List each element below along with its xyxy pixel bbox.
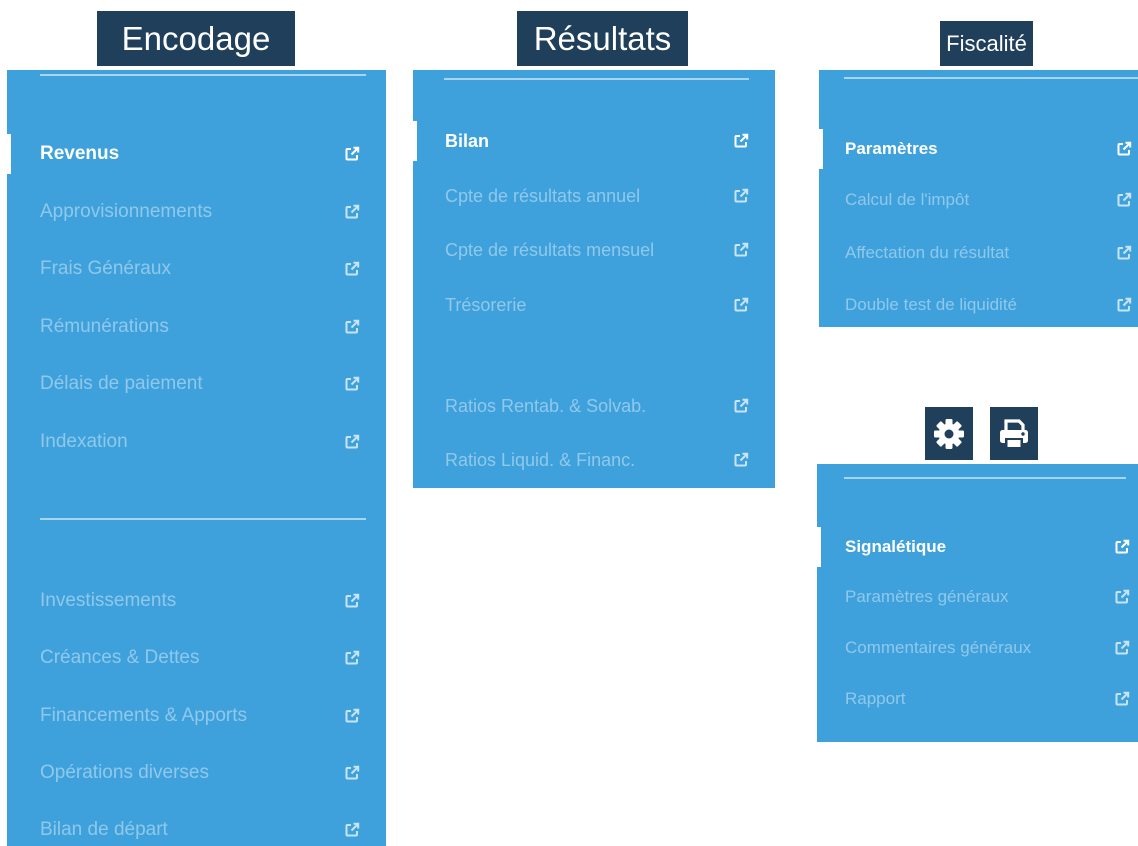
menu-item-signaletique[interactable]: Signalétique [817, 527, 1138, 567]
menu-item-revenus[interactable]: Revenus [7, 134, 386, 174]
menu-item-calcul-impot[interactable]: Calcul de l'impôt [819, 180, 1138, 220]
menu-item-label: Bilan de départ [40, 819, 168, 840]
menu-item-operations-diverses[interactable]: Opérations diverses [7, 753, 386, 793]
menu-item-parametres[interactable]: Paramètres [819, 129, 1138, 169]
menu-item-ratios-rentab-solvab[interactable]: Ratios Rentab. & Solvab. [413, 386, 775, 426]
menu-item-label: Opérations diverses [40, 762, 209, 783]
external-link-icon [733, 188, 749, 204]
external-link-icon [344, 261, 360, 277]
menu-item-label: Paramètres [845, 139, 938, 158]
menu-item-cpte-resultats-annuel[interactable]: Cpte de résultats annuel [413, 176, 775, 216]
resultats-title: Résultats [517, 11, 688, 66]
resultats-title-text: Résultats [533, 19, 672, 57]
separator [844, 477, 1126, 479]
menu-item-label: Investissements [40, 590, 177, 611]
resultats-menu: Bilan Cpte de résultats annuel Cpte de r… [413, 70, 775, 488]
menu-item-creances-dettes[interactable]: Créances & Dettes [7, 638, 386, 678]
external-link-icon [344, 650, 360, 666]
menu-item-parametres-generaux[interactable]: Paramètres généraux [817, 577, 1138, 617]
encodage-title: Encodage [97, 11, 295, 66]
menu-item-label: Commentaires généraux [845, 638, 1032, 657]
separator [40, 74, 366, 76]
menu-item-label: Calcul de l'impôt [845, 190, 970, 209]
separator [40, 518, 366, 520]
external-link-icon [344, 319, 360, 335]
menu-item-label: Cpte de résultats mensuel [445, 239, 655, 260]
external-link-icon [733, 398, 749, 414]
external-link-icon [344, 434, 360, 450]
external-link-icon [344, 708, 360, 724]
menu-item-bilan-de-depart[interactable]: Bilan de départ [7, 810, 386, 846]
external-link-icon [733, 452, 749, 468]
separator [844, 77, 1138, 79]
menu-item-label: Approvisionnements [40, 201, 213, 222]
menu-item-cpte-resultats-mensuel[interactable]: Cpte de résultats mensuel [413, 230, 775, 270]
encodage-title-text: Encodage [121, 19, 271, 57]
menu-item-tresorerie[interactable]: Trésorerie [413, 285, 775, 325]
external-link-icon [733, 297, 749, 313]
menu-item-label: Paramètres généraux [845, 587, 1009, 606]
menu-item-frais-generaux[interactable]: Frais Généraux [7, 249, 386, 289]
menu-item-bilan[interactable]: Bilan [413, 121, 775, 161]
menu-item-label: Ratios Rentab. & Solvab. [445, 395, 647, 416]
menu-item-label: Délais de paiement [40, 373, 203, 394]
menu-item-label: Double test de liquidité [845, 295, 1018, 314]
external-link-icon [344, 822, 360, 838]
settings-button[interactable] [925, 407, 973, 460]
external-link-icon [344, 765, 360, 781]
gear-icon [932, 417, 966, 451]
menu-item-label: Trésorerie [445, 294, 527, 315]
external-link-icon [1114, 539, 1130, 555]
external-link-icon [344, 593, 360, 609]
menu-item-investissements[interactable]: Investissements [7, 581, 386, 621]
external-link-icon [1114, 691, 1130, 707]
encodage-menu: Revenus Approvisionnements Frais Générau… [7, 70, 386, 846]
menu-item-indexation[interactable]: Indexation [7, 422, 386, 462]
fiscalite-title: Fiscalité [940, 21, 1033, 66]
separator [444, 78, 749, 80]
external-link-icon [344, 376, 360, 392]
menu-item-financements-apports[interactable]: Financements & Apports [7, 696, 386, 736]
menu-item-label: Financements & Apports [40, 705, 247, 726]
menu-item-label: Cpte de résultats annuel [445, 185, 641, 206]
menu-item-ratios-liquid-financ[interactable]: Ratios Liquid. & Financ. [413, 440, 775, 480]
print-button[interactable] [990, 407, 1038, 460]
external-link-icon [1114, 640, 1130, 656]
menu-item-label: Ratios Liquid. & Financ. [445, 449, 636, 470]
menu-item-double-test-liquidite[interactable]: Double test de liquidité [819, 285, 1138, 325]
signaletique-menu: Signalétique Paramètres généraux Comment… [817, 464, 1138, 742]
menu-item-approvisionnements[interactable]: Approvisionnements [7, 192, 386, 232]
printer-icon [997, 417, 1031, 451]
menu-item-label: Rémunérations [40, 316, 169, 337]
menu-item-remunerations[interactable]: Rémunérations [7, 307, 386, 347]
menu-item-label: Frais Généraux [40, 258, 171, 279]
external-link-icon [1116, 192, 1132, 208]
fiscalite-menu: Paramètres Calcul de l'impôt Affectation… [819, 70, 1138, 327]
external-link-icon [733, 242, 749, 258]
menu-item-label: Créances & Dettes [40, 647, 200, 668]
external-link-icon [344, 204, 360, 220]
external-link-icon [1116, 141, 1132, 157]
menu-item-delais-de-paiement[interactable]: Délais de paiement [7, 364, 386, 404]
menu-item-label: Affectation du résultat [845, 243, 1010, 262]
external-link-icon [1114, 589, 1130, 605]
menu-item-label: Indexation [40, 431, 128, 452]
menu-item-label: Rapport [845, 689, 906, 708]
external-link-icon [1116, 297, 1132, 313]
external-link-icon [1116, 245, 1132, 261]
external-link-icon [344, 146, 360, 162]
menu-item-label: Bilan [445, 130, 490, 151]
menu-item-rapport[interactable]: Rapport [817, 679, 1138, 719]
fiscalite-title-text: Fiscalité [946, 30, 1027, 56]
menu-item-commentaires-generaux[interactable]: Commentaires généraux [817, 628, 1138, 668]
menu-item-label: Revenus [40, 143, 120, 164]
menu-item-label: Signalétique [845, 537, 947, 556]
menu-item-affectation-resultat[interactable]: Affectation du résultat [819, 233, 1138, 273]
external-link-icon [733, 133, 749, 149]
